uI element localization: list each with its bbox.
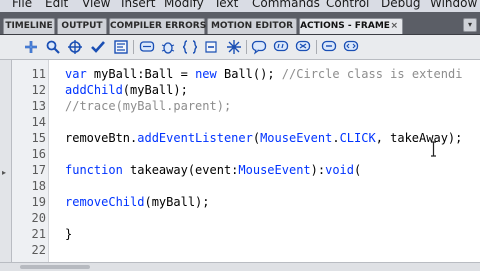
code-token: addChild xyxy=(65,83,123,97)
code-line[interactable]: } xyxy=(65,226,72,242)
code-token: removeChild xyxy=(65,195,145,209)
tab-motion-editor[interactable]: MOTION EDITOR xyxy=(207,18,297,34)
tab-label: MOTION EDITOR xyxy=(210,21,294,31)
collapse-selection-icon[interactable] xyxy=(203,39,219,55)
tab-output[interactable]: OUTPUT xyxy=(57,18,107,34)
panel-menu-icon[interactable]: ▾ xyxy=(463,18,477,32)
tab-compiler-errors[interactable]: COMPILER ERRORS xyxy=(109,18,207,34)
tab-timeline[interactable]: TIMELINE xyxy=(3,18,55,34)
code-token: myBall: xyxy=(86,67,145,81)
line-number: 21 xyxy=(31,227,46,241)
code-token: , takeAway); xyxy=(375,131,463,145)
code-token: CLICK xyxy=(339,131,376,145)
line-number: 18 xyxy=(31,179,46,193)
menu-view[interactable]: View xyxy=(82,0,110,10)
code-token: ( xyxy=(252,131,261,145)
toolbar-separator xyxy=(316,40,317,54)
text-cursor-icon xyxy=(431,141,436,157)
expand-all-icon[interactable] xyxy=(226,39,242,55)
code-token: var xyxy=(65,67,87,81)
code-token: } xyxy=(65,227,73,241)
code-token: . xyxy=(332,131,340,145)
tab-label: ACTIONS - FRAME xyxy=(300,21,390,31)
code-token: removeBtn. xyxy=(65,131,138,145)
menu-commands[interactable]: Commands xyxy=(252,0,320,10)
panel-tab-bar: TIMELINE OUTPUT COMPILER ERRORS MOTION E… xyxy=(0,12,480,35)
line-number-gutter: 11 12 13 14 15 16 17 18 19 20 21 22 xyxy=(12,60,49,262)
code-token: //Circle class is extendi xyxy=(281,67,463,81)
line-number: 17 xyxy=(31,163,46,177)
scrollbar-thumb[interactable] xyxy=(20,265,90,269)
code-line[interactable]: var myBall:Ball = new Ball(); //Circle c… xyxy=(65,66,462,82)
line-number: 19 xyxy=(31,195,46,209)
code-token: MouseEvent xyxy=(260,131,333,145)
code-token: (myBall); xyxy=(144,195,210,209)
code-token: function xyxy=(65,163,123,177)
code-token: addEventListener xyxy=(137,131,253,145)
tab-label: COMPILER ERRORS xyxy=(110,21,207,31)
menu-window[interactable]: Window xyxy=(430,0,477,10)
menu-edit[interactable]: Edit xyxy=(45,0,68,10)
code-token: void xyxy=(325,163,354,177)
code-token: = xyxy=(173,67,196,81)
line-number: 20 xyxy=(31,211,46,225)
collapse-between-braces-icon[interactable] xyxy=(182,39,198,55)
remove-comment-icon[interactable] xyxy=(295,39,311,55)
tab-label: OUTPUT xyxy=(61,21,103,31)
close-icon[interactable]: × xyxy=(390,19,398,34)
add-statement-icon[interactable] xyxy=(23,39,39,55)
code-token: Ball xyxy=(144,67,174,81)
line-number: 13 xyxy=(31,99,46,113)
auto-format-icon[interactable] xyxy=(113,39,129,55)
collapse-panel-icon[interactable]: ▸ xyxy=(2,168,6,177)
menu-modify[interactable]: Modify xyxy=(164,0,204,10)
menu-bar: File Edit View Insert Modify Text Comman… xyxy=(0,0,480,12)
menu-insert[interactable]: Insert xyxy=(121,0,155,10)
menu-control[interactable]: Control xyxy=(326,0,369,10)
code-token: Ball(); xyxy=(216,67,282,81)
line-number: 16 xyxy=(31,147,46,161)
code-editor[interactable]: var myBall:Ball = new Ball(); //Circle c… xyxy=(49,60,480,262)
line-number: 14 xyxy=(31,115,46,129)
code-line[interactable]: function takeaway(event:MouseEvent):void… xyxy=(65,162,361,178)
code-token: ): xyxy=(310,163,326,177)
code-line[interactable]: removeChild(myBall); xyxy=(65,194,210,210)
code-token: new xyxy=(195,67,217,81)
code-snippets-icon[interactable] xyxy=(343,39,359,55)
check-syntax-icon[interactable] xyxy=(90,39,106,55)
code-token: ( xyxy=(354,163,362,177)
apply-block-comment-icon[interactable] xyxy=(251,39,267,55)
menu-file[interactable]: File xyxy=(12,0,32,10)
toolbar-separator xyxy=(246,40,247,54)
debug-options-icon[interactable] xyxy=(160,39,176,55)
line-number: 11 xyxy=(31,67,46,81)
code-line[interactable]: removeBtn.addEventListener(MouseEvent.CL… xyxy=(65,130,462,146)
code-token: (myBall); xyxy=(122,83,188,97)
tab-actions-frame[interactable]: ACTIONS - FRAME × xyxy=(299,18,403,34)
menu-debug[interactable]: Debug xyxy=(381,0,420,10)
panel-left-strip: ▸ xyxy=(0,60,12,262)
code-line[interactable]: addChild(myBall); xyxy=(65,82,188,98)
show-toolbox-icon[interactable] xyxy=(321,39,337,55)
code-token: takeaway(event: xyxy=(122,163,239,177)
line-number: 12 xyxy=(31,83,46,97)
code-hint-icon[interactable] xyxy=(139,39,155,55)
toolbar-separator xyxy=(133,40,134,54)
line-number: 15 xyxy=(31,131,46,145)
target-path-icon[interactable] xyxy=(67,39,83,55)
code-line[interactable]: //trace(myBall.parent); xyxy=(65,98,231,114)
code-token: //trace(myBall.parent); xyxy=(65,99,232,113)
menu-text[interactable]: Text xyxy=(214,0,238,10)
apply-line-comment-icon[interactable] xyxy=(273,39,289,55)
tab-label: TIMELINE xyxy=(5,21,53,31)
find-icon[interactable] xyxy=(45,39,61,55)
actions-toolbar xyxy=(0,35,480,60)
code-token: MouseEvent xyxy=(238,163,311,177)
line-number: 22 xyxy=(31,243,46,257)
